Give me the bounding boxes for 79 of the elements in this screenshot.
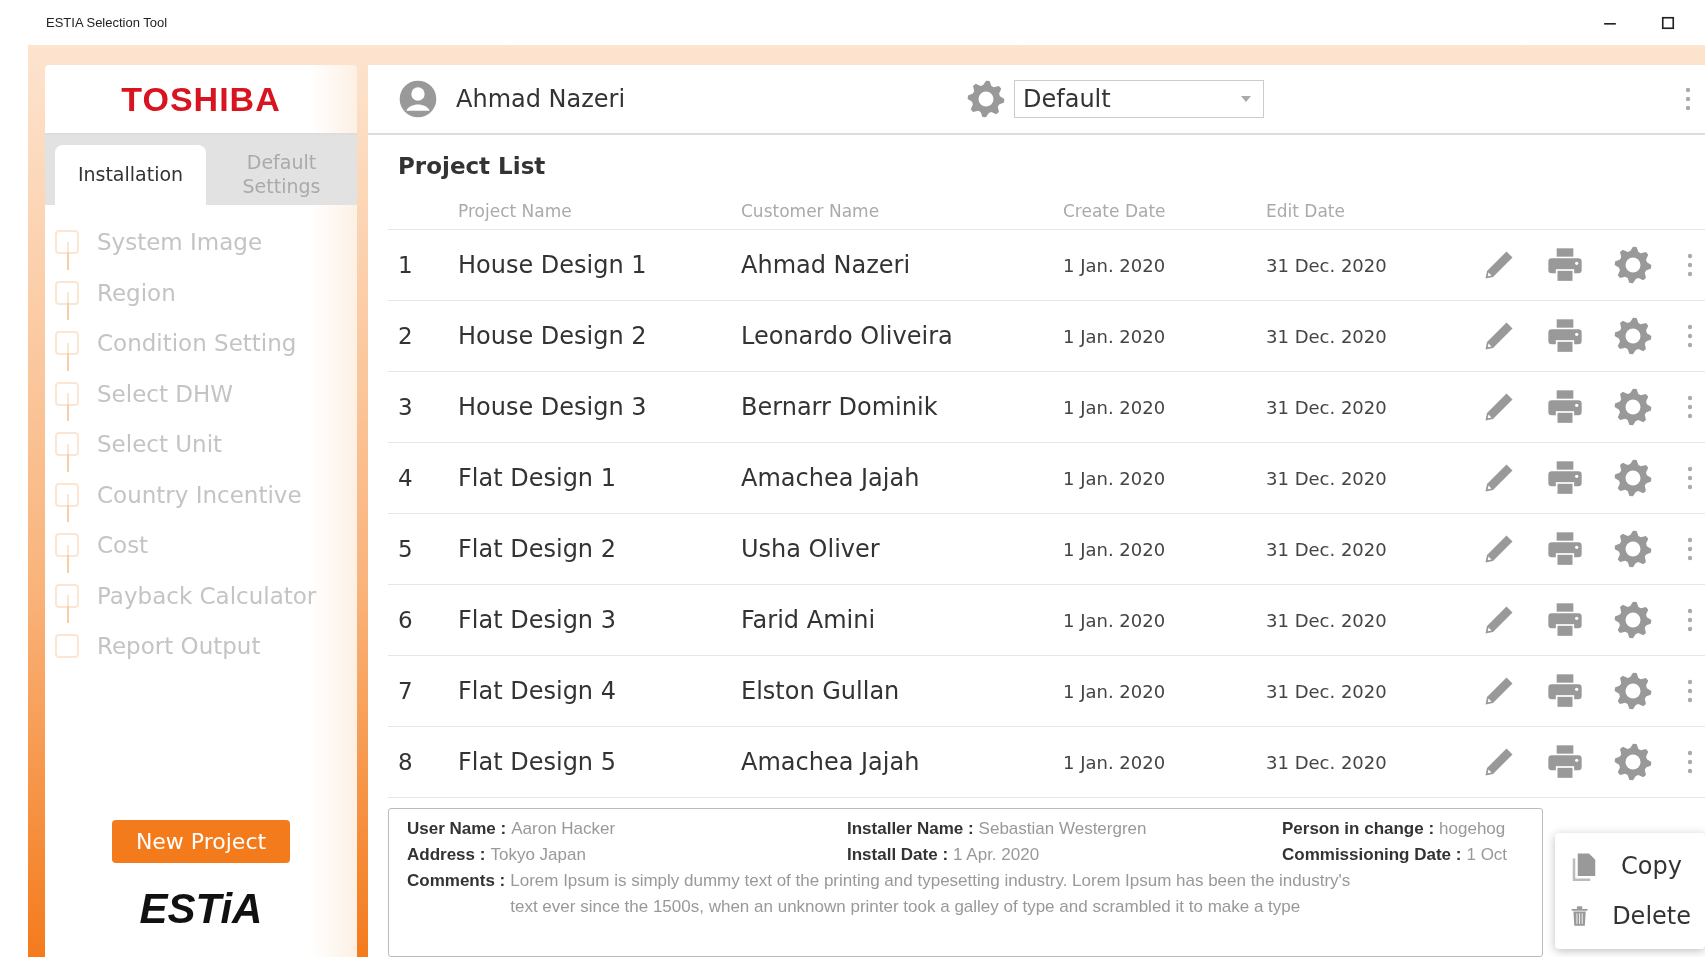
field-value: 1 Apr. 2020 (953, 845, 1040, 865)
settings-icon[interactable] (1613, 742, 1653, 782)
customer-name: Usha Oliver (741, 535, 881, 563)
dropdown-caret-icon (1241, 96, 1251, 102)
create-date: 1 Jan. 2020 (1063, 538, 1167, 560)
field-label: User Name : (407, 819, 507, 839)
project-name[interactable]: Flat Design 4 (458, 677, 741, 705)
project-name[interactable]: Flat Design 2 (458, 535, 741, 563)
edit-date: 31 Dec. 2020 (1266, 538, 1388, 560)
maximize-icon[interactable] (1661, 15, 1675, 30)
field-label: Address : (407, 845, 486, 865)
settings-icon[interactable] (1613, 245, 1653, 285)
edit-date: 31 Dec. 2020 (1266, 325, 1388, 347)
edit-date: 31 Dec. 2020 (1266, 254, 1388, 276)
field-label: Commissioning Date : (1282, 845, 1462, 865)
row-number: 6 (398, 607, 414, 633)
user-name: Ahmad Nazeri (456, 85, 626, 113)
column-header: Create Date (1063, 201, 1167, 221)
column-header: Customer Name (741, 201, 881, 221)
column-header: Edit Date (1266, 201, 1346, 221)
settings-icon[interactable] (1613, 671, 1653, 711)
field-label: Comments : (407, 871, 506, 892)
field-value: Sebastian Westergren (978, 819, 1147, 839)
row-number: 8 (398, 749, 414, 775)
settings-icon[interactable] (1613, 316, 1653, 356)
customer-name: Ahmad Nazeri (741, 251, 912, 279)
row-number: 5 (398, 536, 414, 562)
edit-date: 31 Dec. 2020 (1266, 396, 1388, 418)
create-date: 1 Jan. 2020 (1063, 609, 1167, 631)
user-avatar-icon (398, 79, 438, 119)
row-number: 2 (398, 323, 414, 349)
customer-name: Farid Amini (741, 606, 877, 634)
customer-name: Bernarr Dominik (741, 393, 939, 421)
comment-text: text ever since the 1500s, when an unknown printer took a galley of type and scrambled it to make a type (510, 897, 1302, 917)
settings-icon[interactable] (1613, 529, 1653, 569)
edit-date: 31 Dec. 2020 (1266, 467, 1388, 489)
project-name[interactable]: House Design 1 (458, 251, 741, 279)
create-date: 1 Jan. 2020 (1063, 396, 1167, 418)
create-date: 1 Jan. 2020 (1063, 467, 1167, 489)
menu-item[interactable]: Copy (1555, 841, 1705, 891)
customer-name: Amachea Jajah (741, 464, 921, 492)
customer-name: Leonardo Oliveira (741, 322, 954, 350)
project-name[interactable]: House Design 2 (458, 322, 741, 350)
create-date: 1 Jan. 2020 (1063, 680, 1167, 702)
product-logo: ESTiA (139, 885, 263, 933)
profile-dropdown[interactable]: Default (1014, 80, 1264, 118)
row-number: 3 (398, 394, 414, 420)
settings-icon[interactable] (1613, 387, 1653, 427)
field-label: Person in change : (1282, 819, 1435, 839)
project-name[interactable]: Flat Design 3 (458, 606, 741, 634)
field-label: Install Date : (847, 845, 949, 865)
edit-date: 31 Dec. 2020 (1266, 680, 1388, 702)
field-label: Installer Name : (847, 819, 974, 839)
column-header: Project Name (458, 201, 573, 221)
window-title: ESTIA Selection Tool (46, 15, 168, 30)
row-number: 7 (398, 678, 414, 704)
menu-item[interactable]: Delete (1555, 891, 1705, 941)
row-number: 1 (398, 252, 414, 278)
edit-date: 31 Dec. 2020 (1266, 609, 1388, 631)
create-date: 1 Jan. 2020 (1063, 254, 1167, 276)
settings-icon[interactable] (966, 79, 1006, 119)
sidebar-tab[interactable]: Installation (55, 145, 206, 205)
create-date: 1 Jan. 2020 (1063, 751, 1167, 773)
field-value: Aaron Hacker (511, 819, 616, 839)
field-value: Tokyo Japan (490, 845, 586, 865)
project-name[interactable]: House Design 3 (458, 393, 741, 421)
edit-date: 31 Dec. 2020 (1266, 751, 1388, 773)
comment-text: Lorem Ipsum is simply dummy text of the printing and typesetting industry. Lorem Ipsum has been the industry's (510, 871, 1351, 891)
settings-icon[interactable] (1613, 600, 1653, 640)
project-name[interactable]: Flat Design 1 (458, 464, 741, 492)
customer-name: Elston Gullan (741, 677, 901, 705)
row-number: 4 (398, 465, 414, 491)
project-name[interactable]: Flat Design 5 (458, 748, 741, 776)
field-value: 1 Oct (1466, 845, 1508, 865)
create-date: 1 Jan. 2020 (1063, 325, 1167, 347)
list-title: Project List (397, 152, 547, 181)
customer-name: Amachea Jajah (741, 748, 921, 776)
field-value: hogehog (1439, 819, 1506, 839)
settings-icon[interactable] (1613, 458, 1653, 498)
